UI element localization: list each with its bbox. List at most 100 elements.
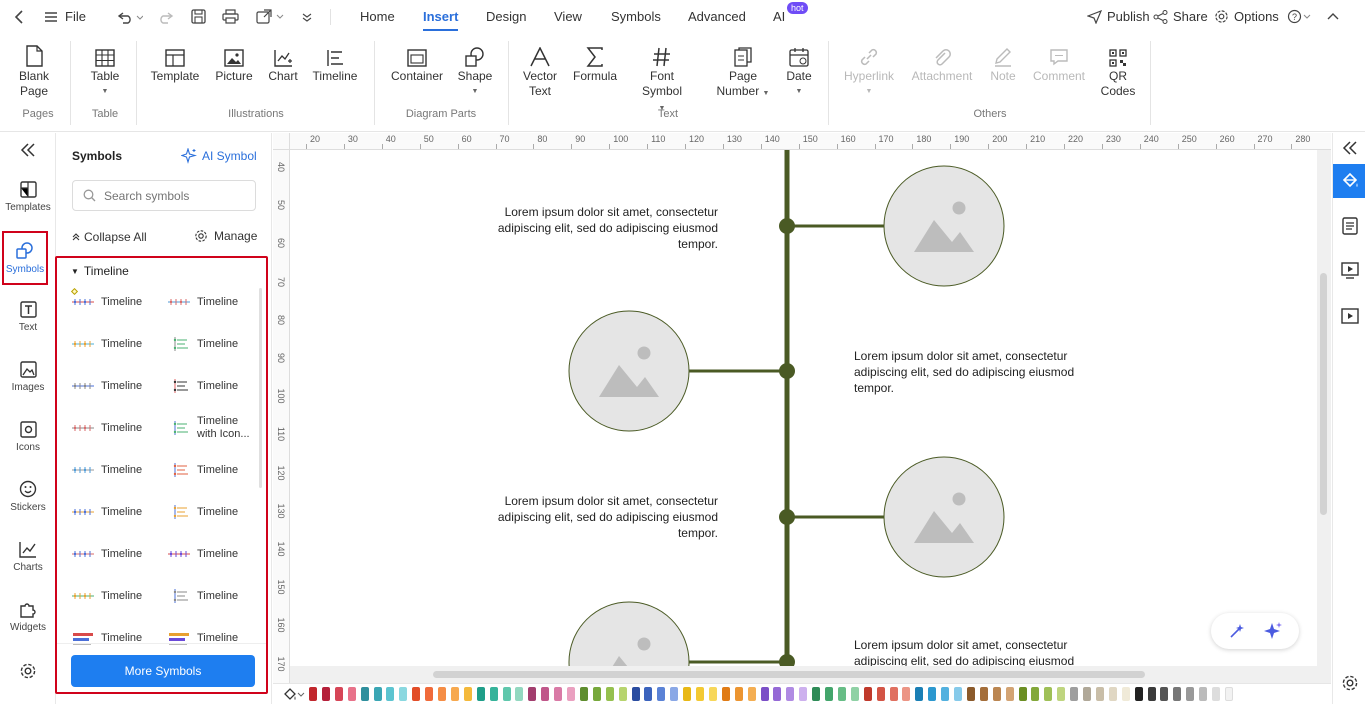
- ai-symbol-button[interactable]: AI Symbol: [181, 148, 257, 164]
- color-swatch[interactable]: [799, 687, 808, 701]
- color-swatch[interactable]: [347, 687, 356, 701]
- attachment-button[interactable]: Attachment: [908, 41, 976, 84]
- color-swatch[interactable]: [1018, 687, 1027, 701]
- timeline-button[interactable]: Timeline: [310, 41, 360, 84]
- qr-codes-button[interactable]: QR Codes: [1098, 41, 1138, 99]
- color-swatch[interactable]: [825, 687, 833, 701]
- symbol-item[interactable]: Timeline: [167, 284, 263, 320]
- print-icon[interactable]: [222, 0, 239, 33]
- color-swatch[interactable]: [567, 687, 575, 701]
- color-swatch[interactable]: [1199, 687, 1208, 701]
- timeline-text-4[interactable]: Lorem ipsum dolor sit amet, consectetur …: [854, 637, 1094, 666]
- color-swatch[interactable]: [992, 687, 1001, 701]
- ai-sparkle-icon[interactable]: [1263, 621, 1283, 641]
- symbol-item[interactable]: Timeline: [71, 410, 167, 446]
- color-swatch[interactable]: [657, 687, 666, 701]
- color-swatch[interactable]: [476, 687, 485, 701]
- color-swatch[interactable]: [399, 687, 408, 701]
- file-menu[interactable]: File: [44, 0, 86, 33]
- color-swatch[interactable]: [760, 687, 769, 701]
- color-swatch[interactable]: [554, 687, 563, 701]
- color-swatch[interactable]: [876, 687, 885, 701]
- color-swatch[interactable]: [1173, 687, 1182, 701]
- container-button[interactable]: Container: [390, 41, 444, 84]
- symbol-item[interactable]: Timeline: [167, 326, 263, 362]
- color-swatch[interactable]: [579, 687, 588, 701]
- color-swatch[interactable]: [812, 687, 821, 701]
- color-swatch[interactable]: [1134, 687, 1143, 701]
- color-swatch[interactable]: [1160, 687, 1169, 701]
- drawing-page[interactable]: Lorem ipsum dolor sit amet, consectetur …: [290, 150, 1317, 666]
- color-swatch[interactable]: [928, 687, 937, 701]
- panel-scrollbar[interactable]: [259, 288, 262, 488]
- shape-button[interactable]: Shape ▼: [456, 41, 494, 99]
- export-icon[interactable]: [256, 0, 286, 33]
- color-swatch[interactable]: [1070, 687, 1079, 701]
- share-button[interactable]: Share: [1153, 0, 1208, 33]
- category-header[interactable]: ▼ Timeline: [71, 264, 129, 278]
- rail-text[interactable]: Text: [0, 299, 56, 333]
- color-swatch[interactable]: [515, 687, 524, 701]
- color-swatch[interactable]: [1095, 687, 1104, 701]
- symbol-item[interactable]: Timeline: [71, 452, 167, 488]
- color-swatch[interactable]: [631, 687, 640, 701]
- color-swatch[interactable]: [966, 687, 975, 701]
- help-icon[interactable]: ?: [1287, 0, 1311, 33]
- page-number-button[interactable]: Page Number ▼: [710, 41, 776, 101]
- table-button[interactable]: Table ▼: [86, 41, 124, 99]
- symbol-item[interactable]: Timeline: [71, 326, 167, 362]
- color-swatch[interactable]: [605, 687, 614, 701]
- color-swatch[interactable]: [592, 687, 601, 701]
- comment-button[interactable]: Comment: [1030, 41, 1088, 84]
- color-swatch[interactable]: [863, 687, 872, 701]
- color-swatch[interactable]: [618, 687, 627, 701]
- symbol-item[interactable]: Timeline: [71, 368, 167, 404]
- image-placeholder[interactable]: [568, 601, 690, 666]
- color-swatch[interactable]: [1044, 687, 1053, 701]
- hyperlink-button[interactable]: Hyperlink ▼: [840, 41, 898, 99]
- color-swatch[interactable]: [334, 687, 343, 701]
- color-swatch[interactable]: [438, 687, 446, 701]
- timeline-node[interactable]: [779, 654, 795, 666]
- settings-icon[interactable]: [0, 662, 56, 680]
- color-swatch[interactable]: [850, 687, 859, 701]
- picture-button[interactable]: Picture: [213, 41, 255, 84]
- save-icon[interactable]: [191, 0, 206, 33]
- rail-templates[interactable]: Templates: [0, 179, 56, 213]
- blank-page-button[interactable]: Blank Page: [14, 41, 54, 99]
- magic-wand-icon[interactable]: [1228, 622, 1246, 640]
- search-input[interactable]: [104, 188, 249, 203]
- color-swatch[interactable]: [1121, 687, 1130, 701]
- tab-view[interactable]: View: [554, 0, 582, 33]
- page-properties-icon[interactable]: [1341, 217, 1359, 235]
- color-swatch[interactable]: [915, 687, 924, 701]
- color-swatch[interactable]: [450, 687, 459, 701]
- more-symbols-button[interactable]: More Symbols: [71, 655, 255, 687]
- image-placeholder[interactable]: [883, 165, 1005, 287]
- style-panel-button[interactable]: [1333, 164, 1365, 198]
- rail-symbols[interactable]: Symbols: [2, 231, 48, 285]
- color-swatch[interactable]: [373, 687, 382, 701]
- symbol-item[interactable]: Timeline: [167, 536, 263, 572]
- symbol-item[interactable]: Timeline: [167, 452, 263, 488]
- symbol-item[interactable]: Timeline: [167, 620, 263, 656]
- tab-insert[interactable]: Insert: [423, 0, 459, 33]
- vertical-scrollbar[interactable]: [1320, 273, 1327, 515]
- undo-icon[interactable]: [117, 0, 143, 33]
- color-swatch[interactable]: [309, 687, 317, 701]
- rail-images[interactable]: Images: [0, 359, 56, 393]
- color-swatch[interactable]: [502, 687, 511, 701]
- note-button[interactable]: Note: [986, 41, 1020, 84]
- color-swatch[interactable]: [644, 687, 653, 701]
- symbol-item[interactable]: Timeline: [167, 494, 263, 530]
- image-placeholder[interactable]: [883, 456, 1005, 578]
- fill-color-button[interactable]: [283, 687, 305, 701]
- color-swatch[interactable]: [837, 687, 846, 701]
- color-swatch[interactable]: [979, 687, 988, 701]
- vector-text-button[interactable]: Vector Text: [520, 41, 560, 99]
- timeline-node[interactable]: [779, 509, 795, 525]
- color-swatch[interactable]: [321, 687, 330, 701]
- image-placeholder[interactable]: [568, 310, 690, 432]
- presentation-icon[interactable]: [1341, 261, 1359, 279]
- rail-stickers[interactable]: Stickers: [0, 479, 56, 513]
